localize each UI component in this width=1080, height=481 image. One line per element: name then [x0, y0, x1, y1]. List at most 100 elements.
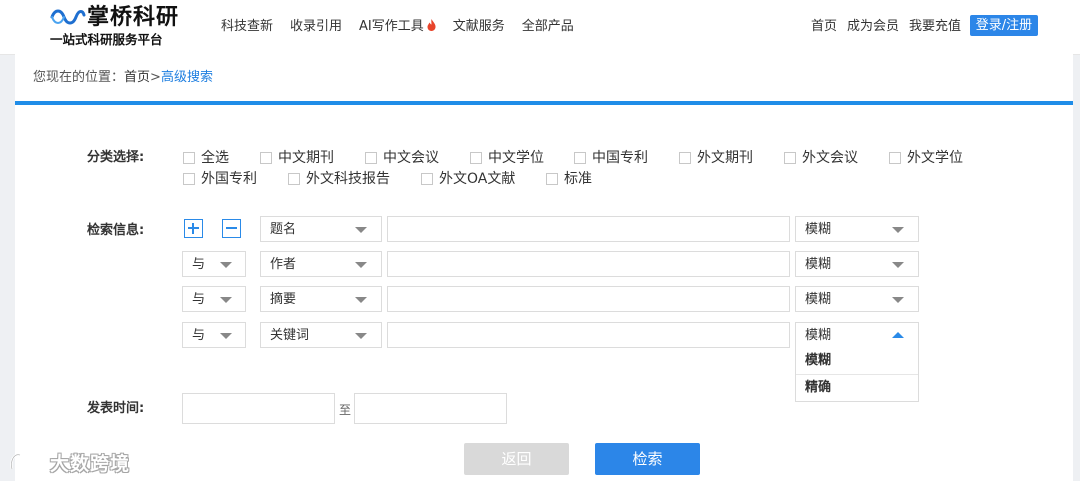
publish-date-label: 发表时间:	[87, 401, 145, 416]
add-row-icon[interactable]	[184, 219, 203, 238]
match-option-fuzzy[interactable]: 模糊	[796, 348, 918, 374]
checkbox-label: 外文会议	[802, 150, 858, 166]
match-select-1[interactable]: 模糊	[795, 216, 919, 242]
checkbox-label: 中文会议	[383, 150, 439, 166]
category-checkbox-cn-conference[interactable]: 中文会议	[365, 149, 439, 167]
match-select-3[interactable]: 模糊	[795, 286, 919, 312]
category-label: 分类选择:	[87, 150, 145, 165]
date-range-separator: 至	[339, 403, 352, 417]
category-checkbox-foreign-journal[interactable]: 外文期刊	[679, 149, 753, 167]
checkbox-label: 外国专利	[201, 171, 257, 187]
breadcrumb: 您现在的位置：首页>高级搜索	[33, 69, 213, 87]
watermark-logo-icon	[10, 449, 45, 470]
category-checkbox-foreign-oa[interactable]: 外文OA文献	[421, 170, 515, 188]
chevron-down-icon	[892, 262, 904, 268]
select-value: 模糊	[805, 328, 832, 343]
advanced-search-panel: 分类选择: 全选 中文期刊 中文会议 中文学位 中国专利 外文期刊 外文会议 外…	[15, 105, 1073, 481]
select-value: 题名	[270, 222, 297, 237]
nav-item-literature[interactable]: 文献服务	[453, 17, 505, 37]
recharge-link[interactable]: 我要充值	[909, 17, 961, 37]
back-button[interactable]: 返回	[464, 443, 569, 475]
checkbox-box[interactable]	[574, 152, 586, 164]
breadcrumb-home[interactable]: 首页	[124, 70, 150, 85]
nav-item-all-products[interactable]: 全部产品	[522, 17, 574, 37]
nav-item-novelty-search[interactable]: 科技查新	[221, 17, 273, 37]
select-value: 摘要	[270, 292, 297, 307]
checkbox-box[interactable]	[260, 152, 272, 164]
add-row-icon-hbar	[188, 227, 199, 229]
category-checkbox-cn-journal[interactable]: 中文期刊	[260, 149, 334, 167]
logo-name: 掌桥科研	[87, 5, 180, 30]
checkbox-label: 外文学位	[907, 150, 963, 166]
chevron-down-icon	[355, 297, 367, 303]
watermark-text: 大数跨境	[50, 452, 131, 475]
watermark: 大数跨境	[8, 447, 130, 477]
checkbox-box[interactable]	[470, 152, 482, 164]
logic-select-4[interactable]: 与	[182, 322, 246, 348]
chevron-down-icon	[220, 333, 232, 339]
field-select-1[interactable]: 题名	[260, 216, 382, 242]
select-value: 与	[192, 292, 206, 307]
main-nav: 科技查新 收录引用 AI写作工具 文献服务 全部产品	[221, 17, 591, 37]
logic-select-3[interactable]: 与	[182, 286, 246, 312]
category-checkbox-all[interactable]: 全选	[183, 149, 229, 167]
fire-icon	[427, 19, 436, 31]
checkbox-box[interactable]	[421, 173, 433, 185]
category-checkbox-foreign-conference[interactable]: 外文会议	[784, 149, 858, 167]
field-select-3[interactable]: 摘要	[260, 286, 382, 312]
category-checkbox-foreign-patent[interactable]: 外国专利	[183, 170, 257, 188]
logo-slogan: 一站式科研服务平台	[50, 32, 163, 47]
match-select-4-open[interactable]: 模糊	[795, 322, 919, 348]
nav-item-ai-writing[interactable]: AI写作工具	[359, 17, 436, 37]
field-select-2[interactable]: 作者	[260, 251, 382, 277]
search-info-label: 检索信息:	[87, 223, 145, 238]
checkbox-box[interactable]	[889, 152, 901, 164]
checkbox-box[interactable]	[183, 152, 195, 164]
remove-row-icon-hbar	[226, 227, 237, 229]
keyword-input-3[interactable]	[387, 286, 790, 312]
nav-item-citation[interactable]: 收录引用	[290, 17, 342, 37]
keyword-input-1[interactable]	[387, 216, 790, 242]
logo-wave-icon	[50, 9, 86, 25]
user-links: 首页 成为会员 我要充值	[811, 17, 971, 37]
home-link[interactable]: 首页	[811, 17, 837, 37]
chevron-down-icon	[892, 227, 904, 233]
checkbox-box[interactable]	[288, 173, 300, 185]
breadcrumb-current: 高级搜索	[160, 70, 213, 85]
checkbox-box[interactable]	[546, 173, 558, 185]
membership-link[interactable]: 成为会员	[847, 17, 899, 37]
keyword-input-2[interactable]	[387, 251, 790, 277]
category-checkbox-foreign-tech-report[interactable]: 外文科技报告	[288, 170, 390, 188]
checkbox-box[interactable]	[679, 152, 691, 164]
select-value: 关键词	[270, 328, 310, 343]
checkbox-box[interactable]	[784, 152, 796, 164]
checkbox-box[interactable]	[183, 173, 195, 185]
remove-row-icon[interactable]	[222, 219, 241, 238]
checkbox-label: 外文OA文献	[439, 171, 516, 187]
checkbox-label: 全选	[201, 150, 229, 166]
login-register-button[interactable]: 登录/注册	[970, 15, 1038, 36]
category-checkbox-cn-thesis[interactable]: 中文学位	[470, 149, 544, 167]
logo[interactable]: 掌桥科研 一站式科研服务平台	[50, 4, 190, 50]
date-to-input[interactable]	[354, 393, 507, 424]
logic-select-2[interactable]: 与	[182, 251, 246, 277]
add-row-icon-vbar	[192, 223, 194, 234]
date-from-input[interactable]	[182, 393, 335, 424]
chevron-down-icon	[355, 333, 367, 339]
match-option-exact[interactable]: 精确	[796, 374, 918, 400]
field-select-4[interactable]: 关键词	[260, 322, 382, 348]
select-value: 与	[192, 257, 206, 272]
top-header: 掌桥科研 一站式科研服务平台 科技查新 收录引用 AI写作工具 文献服务 全部产…	[0, 0, 1080, 55]
select-value: 模糊	[805, 292, 832, 307]
keyword-input-4[interactable]	[387, 322, 790, 348]
checkbox-box[interactable]	[365, 152, 377, 164]
checkbox-label: 外文期刊	[697, 150, 753, 166]
search-button[interactable]: 检索	[595, 443, 700, 475]
category-checkbox-cn-patent[interactable]: 中国专利	[574, 149, 648, 167]
category-checkbox-foreign-thesis[interactable]: 外文学位	[889, 149, 963, 167]
select-value: 与	[192, 328, 206, 343]
category-checkbox-standard[interactable]: 标准	[546, 170, 592, 188]
breadcrumb-bar: 您现在的位置：首页>高级搜索	[15, 54, 1073, 105]
breadcrumb-prefix: 您现在的位置：	[33, 70, 125, 85]
match-select-2[interactable]: 模糊	[795, 251, 919, 277]
